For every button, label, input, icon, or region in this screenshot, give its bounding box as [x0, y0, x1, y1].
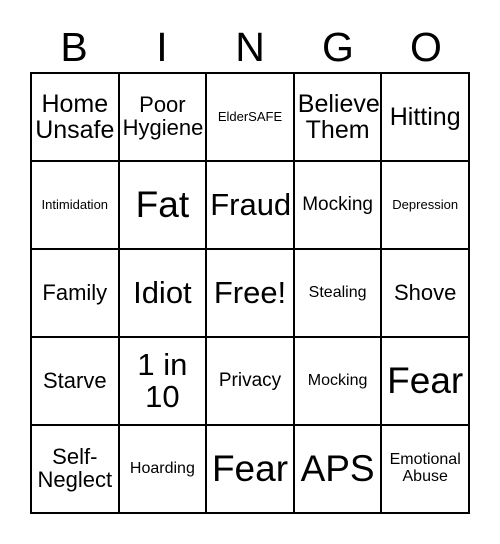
bingo-cell-label: Free!	[213, 274, 287, 310]
bingo-cell-r5c5[interactable]: Emotional Abuse	[382, 426, 470, 514]
bingo-cell-r1c4[interactable]: Believe Them	[294, 74, 383, 162]
bingo-cell-r2c3[interactable]: Fraud	[207, 162, 295, 250]
bingo-cell-label: Fear	[387, 359, 464, 401]
bingo-cell-r3c4[interactable]: Stealing	[294, 250, 383, 338]
bingo-cell-label: Fraud	[210, 186, 292, 222]
bingo-cell-free-space[interactable]: Free!	[207, 250, 295, 338]
bingo-cell-r5c2[interactable]: Hoarding	[119, 426, 208, 514]
bingo-cell-r4c1[interactable]: Starve	[32, 338, 120, 426]
bingo-cell-r1c3[interactable]: ElderSAFE	[207, 74, 295, 162]
bingo-card: B I N G O Home Unsafe Poor Hygiene Elder…	[0, 0, 500, 544]
bingo-cell-label: Privacy	[218, 370, 282, 392]
bingo-header-letter-n: N	[235, 23, 265, 70]
bingo-header-letter-g: G	[322, 23, 354, 70]
bingo-header-letter-o: O	[410, 23, 442, 70]
bingo-cell-r4c3[interactable]: Privacy	[207, 338, 295, 426]
bingo-cell-r4c5[interactable]: Fear	[382, 338, 470, 426]
bingo-cell-r1c1[interactable]: Home Unsafe	[32, 74, 120, 162]
bingo-cell-label: Mocking	[302, 194, 373, 216]
bingo-cell-r5c1[interactable]: Self-Neglect	[32, 426, 120, 514]
bingo-cell-label: Shove	[393, 279, 457, 305]
bingo-cell-r4c4[interactable]: Mocking	[294, 338, 383, 426]
bingo-cell-label: Idiot	[133, 274, 192, 310]
bingo-cell-label: Mocking	[307, 371, 368, 389]
bingo-cell-label: Family	[42, 279, 108, 305]
bingo-grid: Home Unsafe Poor Hygiene ElderSAFE Belie…	[30, 72, 470, 514]
bingo-cell-label: Hoarding	[129, 459, 195, 477]
bingo-header-letter-i: I	[156, 23, 168, 70]
bingo-header-letter-b: B	[60, 23, 88, 70]
bingo-cell-label: Hitting	[389, 103, 461, 131]
bingo-cell-r3c5[interactable]: Shove	[382, 250, 470, 338]
bingo-cell-label: APS	[300, 447, 375, 489]
bingo-cell-r5c4[interactable]: APS	[294, 426, 383, 514]
bingo-cell-r2c5[interactable]: Depression	[382, 162, 470, 250]
bingo-cell-label: ElderSAFE	[217, 109, 283, 125]
bingo-cell-label: Poor Hygiene	[122, 92, 204, 140]
bingo-cell-r1c5[interactable]: Hitting	[382, 74, 470, 162]
bingo-header-row: B I N G O	[30, 22, 470, 72]
bingo-cell-r2c2[interactable]: Fat	[119, 162, 208, 250]
bingo-cell-r3c2[interactable]: Idiot	[119, 250, 208, 338]
bingo-cell-r1c2[interactable]: Poor Hygiene	[119, 74, 208, 162]
bingo-cell-r4c2[interactable]: 1 in 10	[119, 338, 208, 426]
bingo-cell-label: Home Unsafe	[35, 90, 115, 144]
bingo-cell-label: Fear	[211, 447, 289, 489]
bingo-cell-label: Stealing	[308, 283, 367, 301]
bingo-cell-r2c4[interactable]: Mocking	[294, 162, 383, 250]
bingo-cell-label: Intimidation	[41, 197, 109, 213]
bingo-cell-label: Emotional Abuse	[389, 451, 461, 485]
bingo-cell-label: Believe Them	[297, 90, 380, 144]
bingo-cell-r3c1[interactable]: Family	[32, 250, 120, 338]
bingo-cell-label: Self-Neglect	[37, 444, 113, 492]
bingo-cell-r2c1[interactable]: Intimidation	[32, 162, 120, 250]
bingo-cell-label: Depression	[392, 197, 459, 213]
bingo-cell-label: Fat	[135, 183, 190, 225]
bingo-cell-r5c3[interactable]: Fear	[207, 426, 295, 514]
bingo-cell-label: 1 in 10	[137, 346, 188, 414]
bingo-cell-label: Starve	[43, 367, 107, 393]
